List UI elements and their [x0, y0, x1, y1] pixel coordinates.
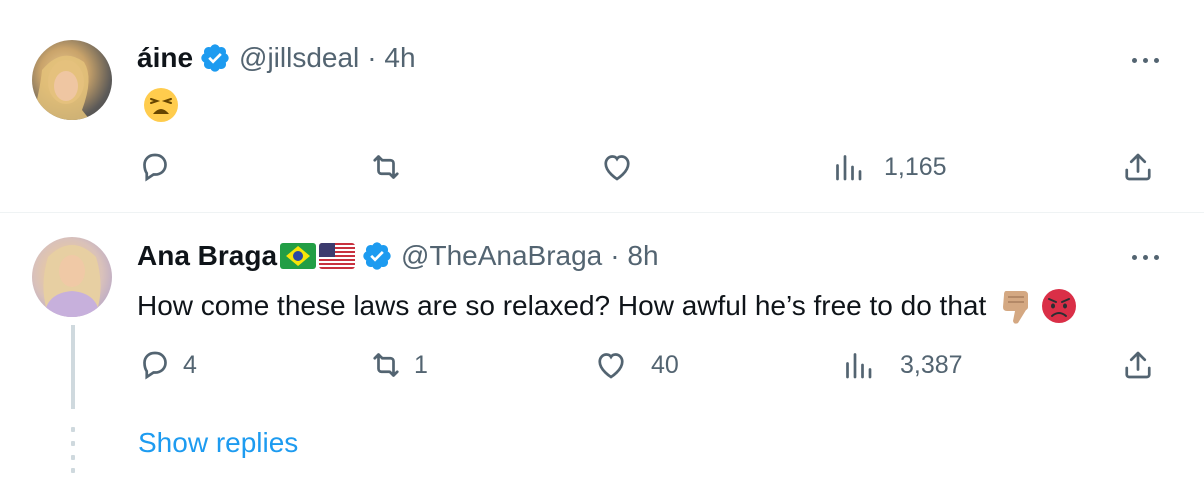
tired-face-emoji: [142, 86, 180, 124]
display-name[interactable]: áine: [137, 42, 193, 74]
brazil-flag-icon: [280, 243, 317, 269]
view-count: 3,387: [900, 350, 963, 379]
like-button[interactable]: 40: [593, 347, 679, 383]
verified-badge-icon: [199, 42, 231, 74]
verified-badge-icon: [361, 240, 393, 272]
thread-dots: [71, 427, 75, 473]
view-count: 1,165: [884, 152, 947, 181]
tweet-body: How come these laws are so relaxed? How …: [137, 287, 1078, 325]
retweet-button[interactable]: [368, 149, 422, 185]
views-icon: [846, 353, 872, 379]
heart-icon: [598, 353, 624, 379]
tweet-actions: 1,165: [0, 149, 1204, 189]
views-button[interactable]: 1,165: [830, 149, 947, 185]
heart-icon: [604, 155, 630, 181]
views-button[interactable]: 3,387: [840, 347, 963, 383]
avatar-photo: [43, 245, 101, 317]
retweet-icon: [373, 353, 399, 377]
handle[interactable]: @TheAnaBraga: [401, 240, 602, 272]
tweet-actions: 4 1 40 3,387: [0, 347, 1204, 387]
more-options-button[interactable]: [1128, 247, 1164, 267]
timestamp[interactable]: · 4h: [367, 42, 415, 74]
share-icon: [1125, 153, 1151, 181]
reply-icon: [143, 153, 167, 182]
timestamp[interactable]: · 8h: [610, 240, 658, 272]
like-button[interactable]: [599, 149, 653, 185]
show-replies-link[interactable]: Show replies: [138, 427, 298, 459]
retweet-button[interactable]: 1: [368, 347, 428, 383]
tweet-1[interactable]: áine @jillsdeal · 4h 1,165: [0, 14, 1204, 213]
reply-button[interactable]: 4: [137, 347, 197, 383]
us-flag-icon: [319, 243, 356, 269]
views-icon: [836, 155, 862, 181]
share-button[interactable]: [1120, 347, 1156, 383]
avatar[interactable]: [32, 237, 112, 317]
display-name[interactable]: Ana Braga: [137, 240, 277, 272]
more-options-button[interactable]: [1128, 50, 1164, 70]
tweet-2[interactable]: Ana Braga @TheAnaBraga · 8h How come the…: [0, 213, 1204, 482]
retweet-icon: [373, 155, 399, 179]
like-count: 40: [651, 350, 679, 379]
reply-count: 4: [183, 350, 197, 379]
reply-icon: [143, 351, 167, 380]
avatar[interactable]: [32, 40, 112, 120]
reply-button[interactable]: [137, 149, 191, 185]
tweet-body: [138, 86, 180, 129]
avatar-photo: [32, 55, 90, 120]
tweet-text: How come these laws are so relaxed? How …: [137, 290, 987, 321]
thumbs-down-emoji: [998, 287, 1036, 325]
handle[interactable]: @jillsdeal: [239, 42, 359, 74]
retweet-count: 1: [414, 350, 428, 379]
share-icon: [1125, 351, 1151, 379]
angry-face-emoji: [1040, 287, 1078, 325]
share-button[interactable]: [1120, 149, 1156, 185]
